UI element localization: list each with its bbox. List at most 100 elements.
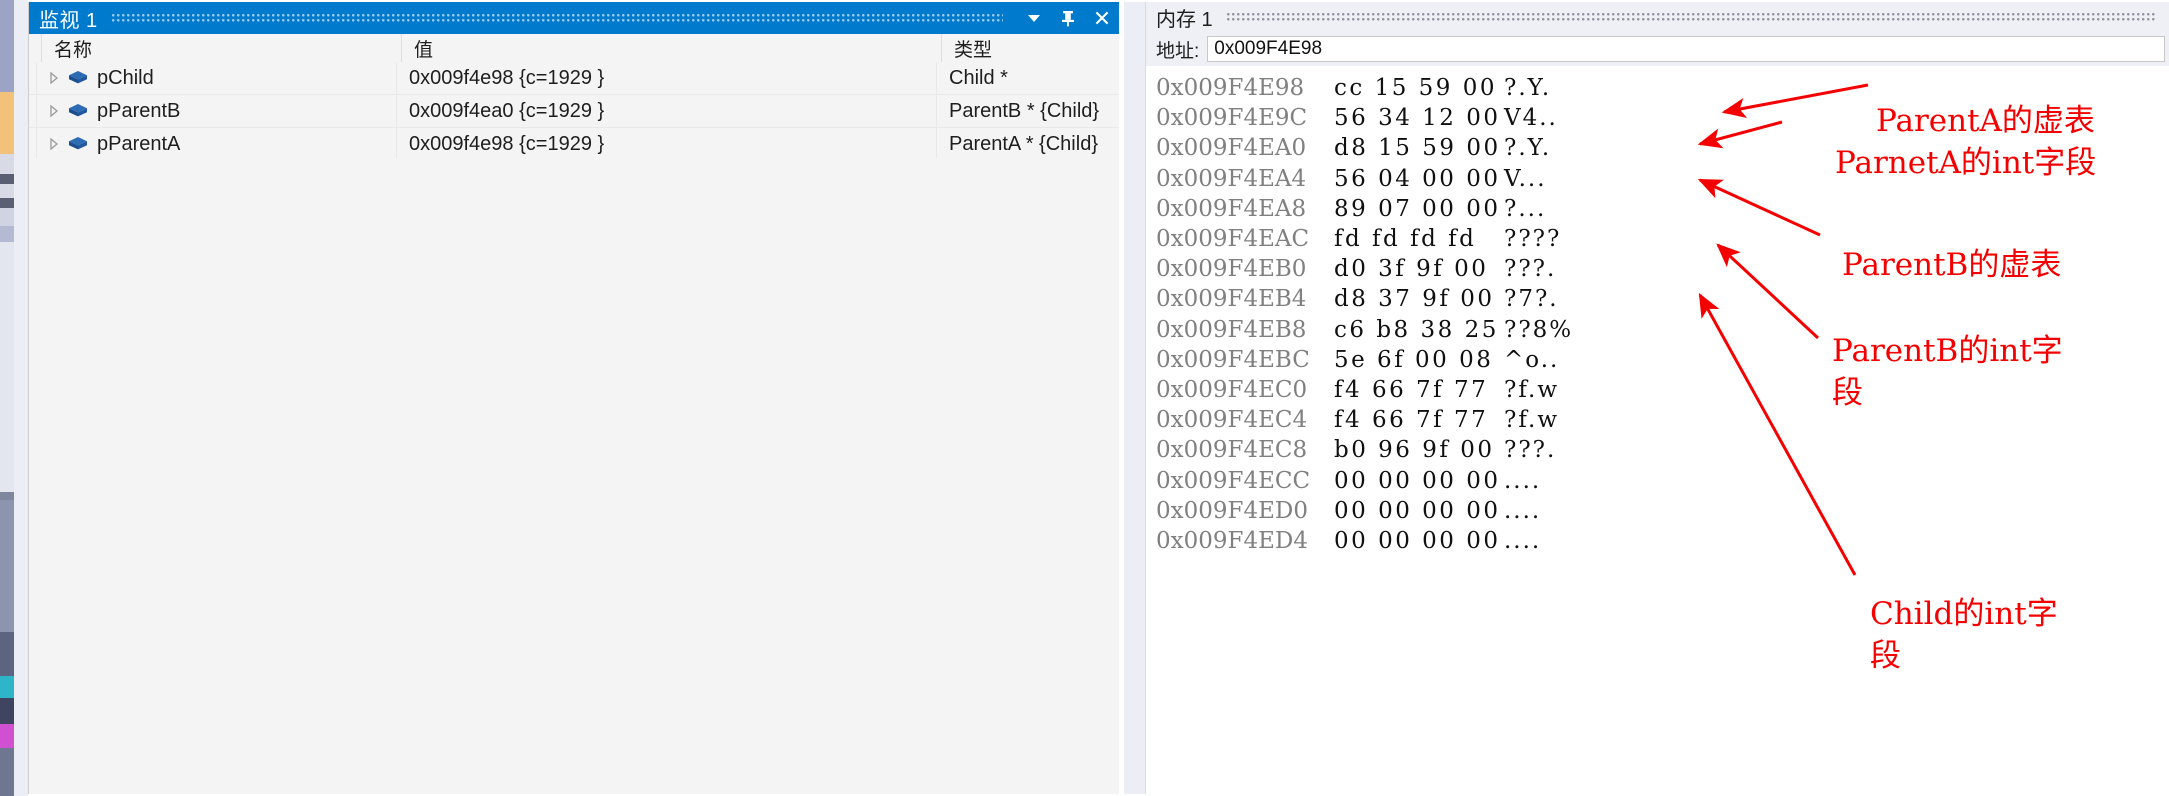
- memory-row: 0x009F4E9C 56 34 12 00 V4..: [1146, 103, 2169, 133]
- memory-row: 0x009F4EAC fd fd fd fd ????: [1146, 224, 2169, 254]
- expand-triangle-icon[interactable]: [43, 104, 65, 118]
- close-icon[interactable]: [1085, 2, 1119, 34]
- memory-panel: 内存 1 地址: 0x009F4E98 0x009F4E98 cc 15 59 …: [1124, 2, 2169, 794]
- row-gutter: [29, 62, 37, 94]
- memory-address: 0x009F4EA4: [1156, 165, 1307, 192]
- memory-bytes: 56 34 12 00: [1334, 105, 1501, 132]
- drag-grip[interactable]: [1226, 11, 2155, 23]
- watch-row-value[interactable]: 0x009f4e98 {c=1929 }: [397, 128, 937, 160]
- watch-variable-name: pParentB: [97, 99, 181, 122]
- memory-row: 0x009F4ED4 00 00 00 00 ....: [1146, 526, 2169, 556]
- memory-ascii: ^o..: [1504, 346, 1560, 373]
- memory-address: 0x009F4EC0: [1156, 376, 1308, 403]
- watch-panel: 监视 1 名称 值 类型 pChild 0x009f4e98 {c=1929}…: [28, 2, 1119, 794]
- memory-ascii: ???.: [1504, 437, 1557, 464]
- watch-row-name-cell[interactable]: pChild: [37, 62, 397, 94]
- memory-ascii: ....: [1504, 527, 1542, 554]
- drag-grip[interactable]: [111, 12, 1003, 24]
- memory-ascii: ?f.w: [1504, 407, 1560, 434]
- memory-bytes: 00 00 00 00: [1334, 467, 1501, 494]
- memory-panel-title: 内存 1: [1156, 8, 1213, 31]
- memory-row: 0x009F4EB4 d8 37 9f 00 ?7?.: [1146, 284, 2169, 314]
- memory-ascii: ?.Y.: [1504, 75, 1552, 102]
- edge-band: [0, 184, 14, 198]
- edge-band: [0, 748, 14, 796]
- memory-bytes: c6 b8 38 25: [1334, 316, 1499, 343]
- memory-address: 0x009F4EC4: [1156, 407, 1308, 434]
- pin-icon[interactable]: [1051, 2, 1085, 34]
- table-row[interactable]: pChild 0x009f4e98 {c=1929 } Child *: [29, 62, 1119, 95]
- column-header-value[interactable]: 值: [402, 34, 942, 62]
- watch-empty-area: [29, 158, 1119, 794]
- watch-row-value[interactable]: 0x009f4ea0 {c=1929 }: [397, 95, 937, 127]
- memory-left-gutter: [1124, 2, 1146, 794]
- memory-ascii: ?.Y.: [1504, 135, 1552, 162]
- edge-band: [0, 174, 14, 184]
- memory-bytes: cc 15 59 00: [1334, 75, 1497, 102]
- memory-bytes: 56 04 00 00: [1334, 165, 1501, 192]
- memory-row: 0x009F4EC0 f4 66 7f 77 ?f.w: [1146, 375, 2169, 405]
- memory-dump[interactable]: 0x009F4E98 cc 15 59 00 ?.Y. 0x009F4E9C 5…: [1146, 68, 2169, 794]
- edge-band: [0, 242, 14, 492]
- memory-address: 0x009F4EA8: [1156, 195, 1307, 222]
- memory-address: 0x009F4E98: [1156, 75, 1305, 102]
- watch-row-type: Child *: [949, 66, 1008, 89]
- memory-row: 0x009F4EC8 b0 96 9f 00 ???.: [1146, 435, 2169, 465]
- edge-band: [0, 226, 14, 242]
- chevron-down-icon[interactable]: [1017, 2, 1051, 34]
- edge-band: [0, 676, 14, 698]
- memory-ascii: ????: [1504, 226, 1562, 253]
- expand-triangle-icon[interactable]: [43, 137, 65, 151]
- memory-ascii: V...: [1504, 165, 1547, 192]
- memory-row: 0x009F4ECC 00 00 00 00 ....: [1146, 465, 2169, 495]
- expand-triangle-icon[interactable]: [43, 71, 65, 85]
- memory-address: 0x009F4EA0: [1156, 135, 1307, 162]
- memory-row: 0x009F4ED0 00 00 00 00 ....: [1146, 496, 2169, 526]
- edge-band: [0, 724, 14, 748]
- memory-bytes: f4 66 7f 77: [1334, 376, 1489, 403]
- memory-ascii: ....: [1504, 497, 1542, 524]
- memory-row: 0x009F4EC4 f4 66 7f 77 ?f.w: [1146, 405, 2169, 435]
- watch-row-name-cell[interactable]: pParentB: [37, 95, 397, 127]
- memory-row: 0x009F4EB0 d0 3f 9f 00 ???.: [1146, 254, 2169, 284]
- memory-bytes: f4 66 7f 77: [1334, 407, 1489, 434]
- watch-row-type: ParentA * {Child}: [949, 132, 1098, 155]
- memory-bytes: d8 37 9f 00: [1334, 286, 1495, 313]
- memory-ascii: ???.: [1504, 256, 1557, 283]
- memory-address: 0x009F4EBC: [1156, 346, 1310, 373]
- edge-band: [0, 632, 14, 676]
- memory-address: 0x009F4ECC: [1156, 467, 1311, 494]
- watch-titlebar: 监视 1: [29, 2, 1119, 34]
- object-cube-icon: [65, 69, 91, 87]
- memory-address: 0x009F4E9C: [1156, 105, 1308, 132]
- memory-bytes: 89 07 00 00: [1334, 195, 1501, 222]
- memory-row: 0x009F4EA4 56 04 00 00 V...: [1146, 164, 2169, 194]
- row-gutter: [29, 128, 37, 160]
- watch-variable-name: pChild: [97, 66, 154, 89]
- memory-address: 0x009F4ED4: [1156, 527, 1308, 554]
- memory-bytes: fd fd fd fd: [1334, 226, 1477, 253]
- column-header-type[interactable]: 类型: [942, 34, 1116, 62]
- watch-row-type: ParentB * {Child}: [949, 99, 1100, 122]
- watch-row-value[interactable]: 0x009f4e98 {c=1929 }: [397, 62, 937, 94]
- edge-band: [0, 154, 14, 174]
- header-gutter: [29, 34, 42, 62]
- table-row[interactable]: pParentA 0x009f4e98 {c=1929 } ParentA * …: [29, 128, 1119, 161]
- panel-splitter[interactable]: [14, 0, 28, 796]
- edge-band: [0, 208, 14, 226]
- memory-ascii: ....: [1504, 467, 1542, 494]
- memory-address: 0x009F4EB8: [1156, 316, 1307, 343]
- address-input[interactable]: 0x009F4E98: [1207, 36, 2165, 62]
- memory-bytes: 00 00 00 00: [1334, 497, 1501, 524]
- memory-ascii: ?f.w: [1504, 376, 1560, 403]
- table-row[interactable]: pParentB 0x009f4ea0 {c=1929 } ParentB * …: [29, 95, 1119, 128]
- watch-row-name-cell[interactable]: pParentA: [37, 128, 397, 160]
- column-header-name[interactable]: 名称: [42, 34, 402, 62]
- memory-row: 0x009F4E98 cc 15 59 00 ?.Y.: [1146, 73, 2169, 103]
- memory-ascii: ?7?.: [1504, 286, 1559, 313]
- watch-panel-title: 监视 1: [39, 9, 98, 32]
- object-cube-icon: [65, 135, 91, 153]
- memory-row: 0x009F4EB8 c6 b8 38 25 ??8%: [1146, 315, 2169, 345]
- edge-band: [0, 698, 14, 724]
- edge-band: [0, 500, 14, 632]
